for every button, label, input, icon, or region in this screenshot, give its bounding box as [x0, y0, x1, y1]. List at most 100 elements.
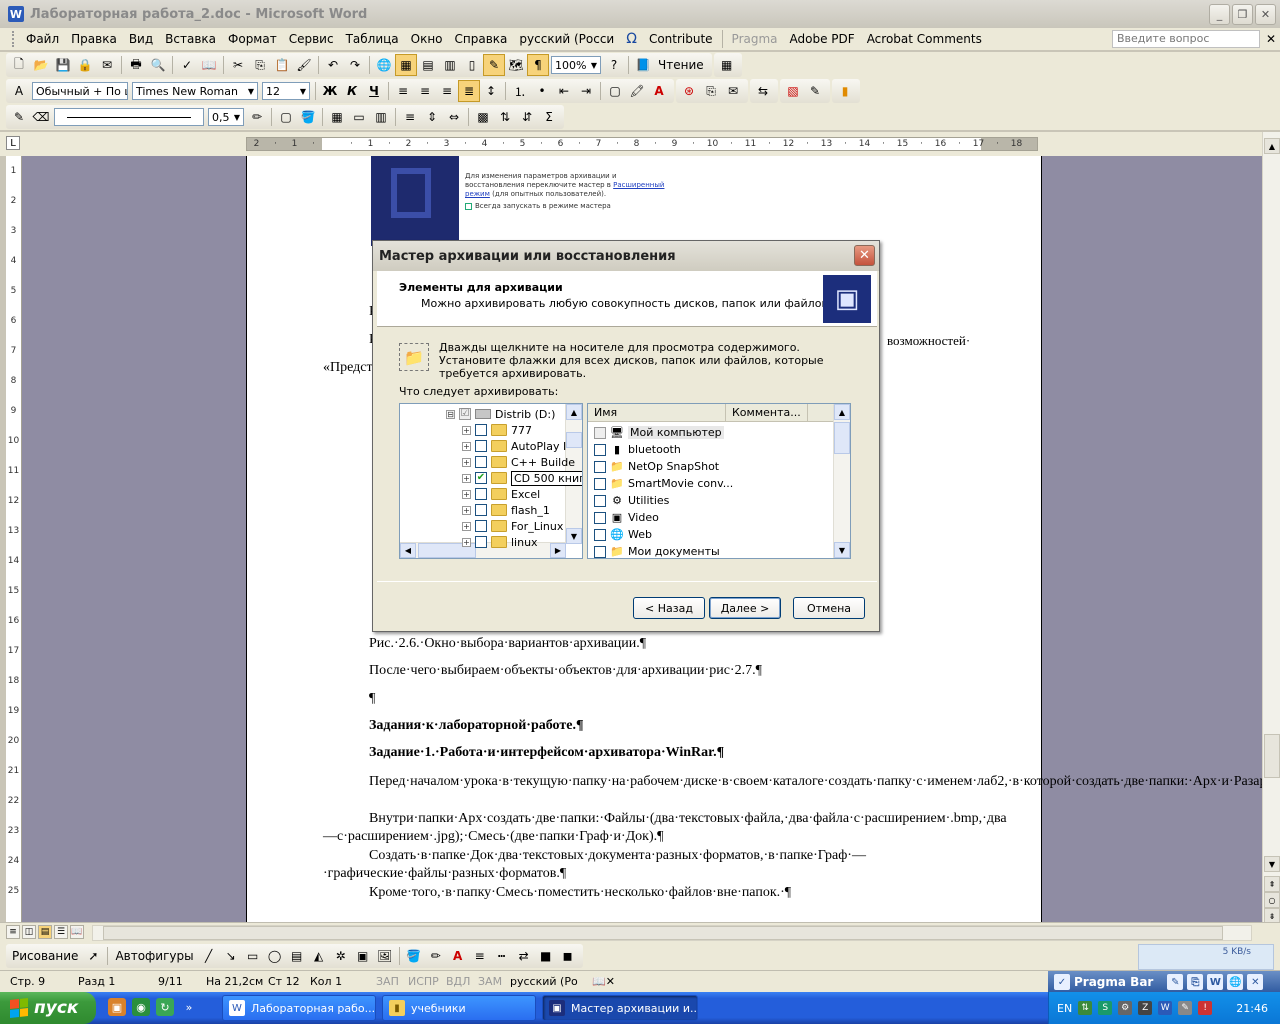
tree-item[interactable]: ⊟ ☑ Distrib (D:) [446, 406, 555, 422]
list-item[interactable]: 📁 SmartMovie conv... [594, 475, 733, 492]
copy-icon[interactable]: ⎘ [249, 54, 271, 76]
pdf-email-icon[interactable]: ✉ [722, 80, 744, 102]
bullets-icon[interactable]: • [531, 80, 553, 102]
format-painter-icon[interactable]: 🖌 [293, 54, 315, 76]
tree-item-checkbox[interactable] [475, 536, 487, 548]
menu-adobe-pdf[interactable]: Adobe PDF [784, 30, 861, 48]
line-style-dropdown[interactable] [54, 108, 204, 126]
insert-table-icon[interactable]: ▦ [326, 106, 348, 128]
menu-contribute[interactable]: Contribute [643, 30, 719, 48]
tree-item-checkbox[interactable] [475, 440, 487, 452]
list-item-checkbox[interactable] [594, 460, 606, 473]
task-backup-wizard[interactable]: ▣ Мастер архивации и... [542, 995, 698, 1021]
3d-icon[interactable]: ◼ [557, 945, 579, 967]
hyperlink-icon[interactable]: 🌐 [373, 54, 395, 76]
pragma-close-icon[interactable]: ✕ [1247, 974, 1264, 990]
normal-view-icon[interactable]: ≡ [6, 925, 20, 939]
open-icon[interactable]: 📂 [30, 54, 52, 76]
styles-icon[interactable]: A [8, 80, 30, 102]
print-preview-icon[interactable]: 🔍 [147, 54, 169, 76]
line-icon[interactable]: ╱ [198, 945, 220, 967]
drawing-icon[interactable]: ✎ [483, 54, 505, 76]
menu-table[interactable]: Таблица [340, 30, 405, 48]
quick-launch-app-icon[interactable]: ▣ [108, 998, 126, 1016]
line-color-icon[interactable]: ✏ [425, 945, 447, 967]
file-list[interactable]: Имя Коммента... ▲ ▼ 🖥 Мой компьютер ▮ bluet… [587, 403, 851, 559]
draw-table-icon[interactable]: ✎ [8, 106, 30, 128]
reading-button[interactable]: Чтение [654, 58, 708, 72]
tree-item[interactable]: + Excel [462, 486, 540, 502]
tray-tool-icon[interactable]: ✎ [1178, 1001, 1193, 1015]
tray-alert-icon[interactable]: ! [1198, 1001, 1213, 1015]
folder-tree[interactable]: ▲ ▼ ◀ ▶ ⊟ ☑ Distrib (D:) +777 + AutoPlay I + C+… [399, 403, 583, 559]
back-button[interactable]: < Назад [633, 597, 705, 619]
increase-indent-icon[interactable]: ⇥ [575, 80, 597, 102]
style-dropdown[interactable]: Обычный + По ц▼ [32, 82, 128, 100]
insert-excel-icon[interactable]: ▥ [439, 54, 461, 76]
autoformat-icon[interactable]: ▩ [472, 106, 494, 128]
menu-edit[interactable]: Правка [65, 30, 123, 48]
outline-view-icon[interactable]: ☰ [54, 925, 68, 939]
outside-border-icon[interactable]: ▢ [275, 106, 297, 128]
quick-launch-more-icon[interactable]: » [180, 998, 198, 1016]
menu-acrobat-comments[interactable]: Acrobat Comments [861, 30, 988, 48]
close-document-icon[interactable]: ✕ [1266, 32, 1276, 46]
list-item-checkbox[interactable] [594, 443, 606, 456]
permission-icon[interactable]: 🔒 [74, 54, 96, 76]
language-indicator[interactable]: EN [1057, 1002, 1072, 1015]
menu-language[interactable]: русский (Росси [513, 30, 620, 48]
pragma-word-icon[interactable]: W [1207, 974, 1224, 990]
wordart-icon[interactable]: ◭ [308, 945, 330, 967]
tree-item-checkbox[interactable]: ☑ [459, 408, 471, 420]
acrobat-icon[interactable]: ⊛ [678, 80, 700, 102]
horizontal-scrollbar[interactable] [92, 925, 1252, 941]
tree-item[interactable]: + ✔ CD 500 книг [462, 470, 582, 486]
expand-icon[interactable]: + [462, 537, 471, 547]
cell-align-icon[interactable]: ≡ [399, 106, 421, 128]
tables-borders-icon[interactable]: ▦ [395, 54, 417, 76]
numbering-icon[interactable]: ⒈ [509, 80, 531, 102]
cancel-button[interactable]: Отмена [793, 597, 865, 619]
oval-icon[interactable]: ◯ [264, 945, 286, 967]
status-language[interactable]: русский (Ро [510, 975, 592, 988]
columns-icon[interactable]: ▯ [461, 54, 483, 76]
tree-item[interactable]: + flash_1 [462, 502, 550, 518]
pragma-web-icon[interactable]: 🌐 [1227, 974, 1244, 990]
list-item-checkbox[interactable] [594, 511, 606, 524]
translate-icon[interactable]: ⇆ [752, 80, 774, 102]
help-question-input[interactable]: Введите вопрос [1112, 30, 1260, 48]
next-button[interactable]: Далее > [709, 597, 781, 619]
print-icon[interactable]: 🖶 [125, 54, 147, 76]
diagram-icon[interactable]: ✲ [330, 945, 352, 967]
tree-item-checkbox[interactable] [475, 504, 487, 516]
shading-icon[interactable]: 🪣 [297, 106, 319, 128]
reading-view-icon[interactable]: 📖 [70, 925, 84, 939]
font-size-dropdown[interactable]: 12 ▼ [262, 82, 310, 100]
list-item[interactable]: 📁 Мои документы [594, 543, 720, 558]
merge-cells-icon[interactable]: ▭ [348, 106, 370, 128]
scroll-up-icon[interactable]: ▲ [834, 404, 850, 420]
scroll-down-icon[interactable]: ▼ [1264, 856, 1280, 872]
email-icon[interactable]: ✉ [96, 54, 118, 76]
new-document-icon[interactable]: 🗋 [8, 54, 30, 76]
column-comment[interactable]: Коммента... [726, 404, 808, 422]
sort-icon[interactable]: ⇵ [516, 106, 538, 128]
insert-table-icon[interactable]: ▤ [417, 54, 439, 76]
list-item[interactable]: 📁 NetOp SnapShot [594, 458, 719, 475]
tree-item[interactable]: +777 [462, 422, 532, 438]
save-icon[interactable]: 💾 [52, 54, 74, 76]
document-map-icon[interactable]: 🗺 [505, 54, 527, 76]
dialog-close-icon[interactable]: ✕ [854, 245, 875, 266]
document-vertical-scrollbar[interactable]: ▲ ▼ ⇞ ○ ⇟ [1262, 132, 1280, 924]
maximize-button[interactable]: ❐ [1232, 4, 1253, 25]
status-trk[interactable]: ИСПР [408, 975, 446, 988]
borders-icon[interactable]: ▢ [604, 80, 626, 102]
tree-item-checkbox[interactable]: ✔ [475, 472, 487, 484]
list-item-checkbox[interactable] [594, 494, 606, 507]
italic-button[interactable]: К [341, 80, 363, 102]
scroll-down-icon[interactable]: ▼ [834, 542, 850, 558]
list-item[interactable]: 🌐 Web [594, 526, 652, 543]
scroll-up-icon[interactable]: ▲ [566, 404, 582, 420]
status-ovr[interactable]: ЗАМ [478, 975, 510, 988]
convert-pdf-icon[interactable]: ⎘ [700, 80, 722, 102]
